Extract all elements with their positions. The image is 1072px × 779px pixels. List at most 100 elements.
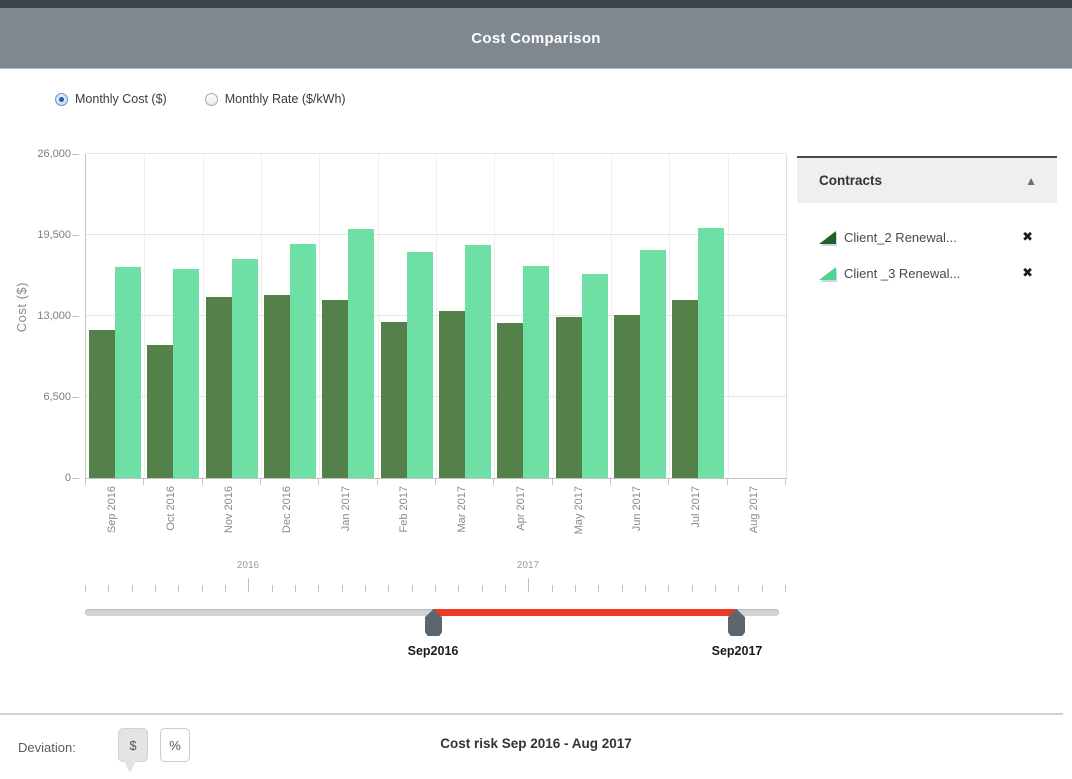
bar-client-3-renewal--jun-2017[interactable] bbox=[640, 250, 666, 478]
x-tick-mark bbox=[202, 479, 203, 485]
x-axis-label: Oct 2016 bbox=[165, 486, 177, 531]
timeline-start-label: Sep2016 bbox=[388, 644, 478, 658]
timeline-tick bbox=[85, 585, 86, 592]
contracts-panel: Contracts ▲ Client_2 Renewal...✖Client _… bbox=[797, 156, 1057, 291]
radio-monthly-rate-label: Monthly Rate ($/kWh) bbox=[225, 92, 346, 106]
x-tick-mark bbox=[85, 479, 86, 485]
category-slot bbox=[261, 154, 319, 478]
timeline-tick bbox=[318, 585, 319, 592]
x-axis-label: Sep 2016 bbox=[106, 486, 118, 533]
y-tick-label: 6,500 bbox=[1, 391, 71, 403]
x-axis-label: Aug 2017 bbox=[748, 486, 760, 533]
bar-client-3-renewal--sep-2016[interactable] bbox=[115, 267, 141, 478]
bar-client-3-renewal--apr-2017[interactable] bbox=[523, 266, 549, 478]
radio-unselected-icon[interactable] bbox=[205, 93, 218, 106]
timeline-tick bbox=[482, 585, 483, 592]
timeline-tick bbox=[412, 585, 413, 592]
cost-comparison-window: Cost Comparison Monthly Cost ($) Monthly… bbox=[0, 0, 1072, 779]
timeline-year-label: 2016 bbox=[218, 560, 278, 571]
category-slot bbox=[203, 154, 261, 478]
timeline-tick bbox=[785, 585, 786, 592]
category-slot bbox=[86, 154, 144, 478]
category-slot bbox=[728, 154, 786, 478]
timeline-tick bbox=[575, 585, 576, 592]
view-mode-options: Monthly Cost ($) Monthly Rate ($/kWh) bbox=[55, 92, 346, 106]
bar-chart-plot-area bbox=[85, 154, 787, 479]
legend-item: Client _3 Renewal... ✖ bbox=[797, 255, 1057, 291]
bar-client-2-renewal--nov-2016[interactable] bbox=[206, 297, 232, 478]
y-tick-label: 19,500 bbox=[1, 229, 71, 241]
radio-selected-icon[interactable] bbox=[55, 93, 68, 106]
legend-item: Client_2 Renewal...✖ bbox=[797, 219, 1057, 255]
timeline-tick bbox=[132, 585, 133, 592]
timeline-tick bbox=[388, 585, 389, 592]
timeline-tick bbox=[272, 585, 273, 592]
x-axis-label: Mar 2017 bbox=[456, 486, 468, 532]
titlebar: Cost Comparison bbox=[0, 8, 1072, 69]
bar-client-3-renewal--nov-2016[interactable] bbox=[232, 259, 258, 478]
bar-client-2-renewal--jun-2017[interactable] bbox=[614, 315, 640, 478]
bar-client-2-renewal--dec-2016[interactable] bbox=[264, 295, 290, 478]
bar-client-2-renewal--may-2017[interactable] bbox=[556, 317, 582, 478]
timeline-tick bbox=[202, 585, 203, 592]
timeline-tick bbox=[645, 585, 646, 592]
footer-divider bbox=[0, 713, 1063, 715]
bar-client-3-renewal--jan-2017[interactable] bbox=[348, 229, 374, 478]
timeline-tick bbox=[178, 585, 179, 592]
bar-client-2-renewal--feb-2017[interactable] bbox=[381, 322, 407, 478]
bar-client-3-renewal--may-2017[interactable] bbox=[582, 274, 608, 478]
bar-client-3-renewal--jul-2017[interactable] bbox=[698, 228, 724, 478]
bar-client-3-renewal--feb-2017[interactable] bbox=[407, 252, 433, 478]
bar-client-2-renewal--sep-2016[interactable] bbox=[89, 330, 115, 478]
contract-color-triangle-icon bbox=[819, 231, 836, 244]
timeline-tick bbox=[248, 578, 249, 592]
bar-client-2-renewal--mar-2017[interactable] bbox=[439, 311, 465, 478]
timeline-tick bbox=[692, 585, 693, 592]
timeline-selected-range[interactable] bbox=[433, 609, 737, 616]
x-axis-label: Dec 2016 bbox=[281, 486, 293, 533]
x-axis-labels: Sep 2016Oct 2016Nov 2016Dec 2016Jan 2017… bbox=[85, 486, 785, 558]
category-slot bbox=[494, 154, 552, 478]
bar-client-2-renewal--oct-2016[interactable] bbox=[147, 345, 173, 478]
footer-title: Cost risk Sep 2016 - Aug 2017 bbox=[0, 736, 1072, 751]
contracts-panel-header[interactable]: Contracts ▲ bbox=[797, 156, 1057, 203]
timeline-tick bbox=[552, 585, 553, 592]
timeline-tick bbox=[458, 585, 459, 592]
category-slot bbox=[378, 154, 436, 478]
y-tick-label: 13,000 bbox=[1, 310, 71, 322]
bar-client-2-renewal--jan-2017[interactable] bbox=[322, 300, 348, 478]
x-tick-mark bbox=[727, 479, 728, 485]
bar-client-3-renewal--dec-2016[interactable] bbox=[290, 244, 316, 478]
radio-monthly-rate[interactable]: Monthly Rate ($/kWh) bbox=[205, 92, 346, 106]
x-tick-mark bbox=[785, 479, 786, 485]
x-tick-mark bbox=[435, 479, 436, 485]
x-tick-mark bbox=[377, 479, 378, 485]
timeline-year-label: 2017 bbox=[498, 560, 558, 571]
x-axis-label: Jun 2017 bbox=[631, 486, 643, 531]
radio-monthly-cost-label: Monthly Cost ($) bbox=[75, 92, 167, 106]
x-tick-mark bbox=[493, 479, 494, 485]
contracts-legend-list: Client_2 Renewal...✖Client _3 Renewal...… bbox=[797, 203, 1057, 291]
timeline-tick bbox=[528, 578, 529, 592]
contract-label: Client _3 Renewal... bbox=[844, 266, 960, 281]
y-tick-label: 26,000 bbox=[1, 148, 71, 160]
remove-contract-icon[interactable]: ✖ bbox=[1022, 229, 1033, 245]
bar-client-3-renewal--oct-2016[interactable] bbox=[173, 269, 199, 478]
window-top-strip bbox=[0, 0, 1072, 8]
timeline-tick bbox=[738, 585, 739, 592]
bar-client-3-renewal--mar-2017[interactable] bbox=[465, 245, 491, 478]
timeline-tick bbox=[622, 585, 623, 592]
x-axis-label: Jan 2017 bbox=[340, 486, 352, 531]
timeline-tick bbox=[365, 585, 366, 592]
remove-contract-icon[interactable]: ✖ bbox=[1022, 265, 1033, 281]
timeline-tick bbox=[342, 585, 343, 592]
radio-monthly-cost[interactable]: Monthly Cost ($) bbox=[55, 92, 167, 106]
timeline-tick bbox=[505, 585, 506, 592]
timeline-tick bbox=[155, 585, 156, 592]
bar-client-2-renewal--apr-2017[interactable] bbox=[497, 323, 523, 478]
y-axis: 06,50013,00019,50026,000 bbox=[0, 154, 85, 478]
x-axis-label: Apr 2017 bbox=[515, 486, 527, 531]
timeline-tick bbox=[762, 585, 763, 592]
bar-client-2-renewal--jul-2017[interactable] bbox=[672, 300, 698, 478]
collapse-panel-icon[interactable]: ▲ bbox=[1025, 174, 1037, 188]
